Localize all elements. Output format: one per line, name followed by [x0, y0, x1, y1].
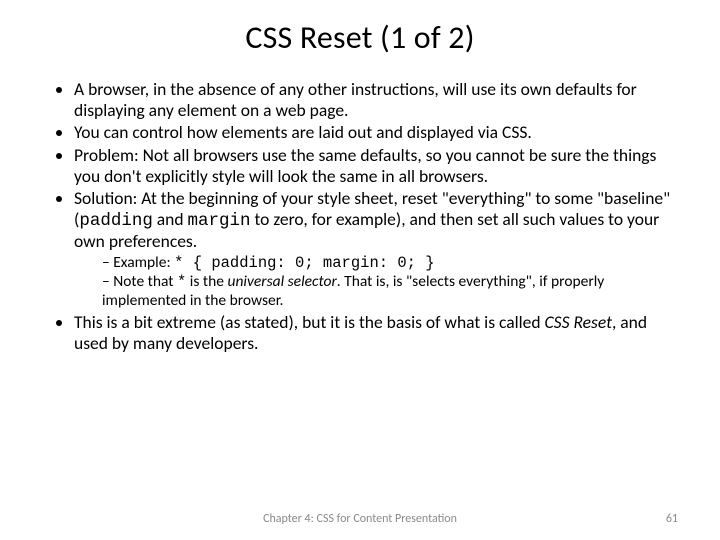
sub-2-ital: universal selector — [227, 272, 336, 291]
sub-2-text-a: Note that — [113, 272, 177, 291]
sub-2: Note that * is the universal selector. T… — [102, 273, 680, 310]
bullet-5-ital: CSS Reset — [545, 311, 612, 333]
sub-2-code: * — [177, 273, 186, 291]
bullet-2: You can control how elements are laid ou… — [74, 122, 680, 143]
bullet-list: A browser, in the absence of any other i… — [40, 79, 680, 353]
bullet-1: A browser, in the absence of any other i… — [74, 79, 680, 120]
bullet-4-code-2: margin — [188, 211, 251, 231]
footer-chapter: Chapter 4: CSS for Content Presentation — [0, 512, 720, 526]
sub-2-text-b: is the — [186, 272, 227, 291]
sub-1-code: * { padding: 0; margin: 0; } — [174, 254, 434, 272]
slide-title: CSS Reset (1 of 2) — [40, 18, 680, 57]
sub-1-label: Example: — [113, 253, 174, 272]
bullet-5-text-a: This is a bit extreme (as stated), but i… — [74, 311, 545, 333]
sub-1: Example: * { padding: 0; margin: 0; } — [102, 254, 680, 272]
bullet-4-code-1: padding — [79, 211, 153, 231]
bullet-4: Solution: At the beginning of your style… — [74, 188, 680, 310]
sub-list: Example: * { padding: 0; margin: 0; } No… — [74, 254, 680, 310]
bullet-4-text-b: and — [153, 208, 188, 230]
bullet-3: Problem: Not all browsers use the same d… — [74, 145, 680, 186]
bullet-5: This is a bit extreme (as stated), but i… — [74, 312, 680, 353]
footer-page-number: 61 — [666, 512, 678, 526]
slide: CSS Reset (1 of 2) A browser, in the abs… — [0, 0, 720, 540]
